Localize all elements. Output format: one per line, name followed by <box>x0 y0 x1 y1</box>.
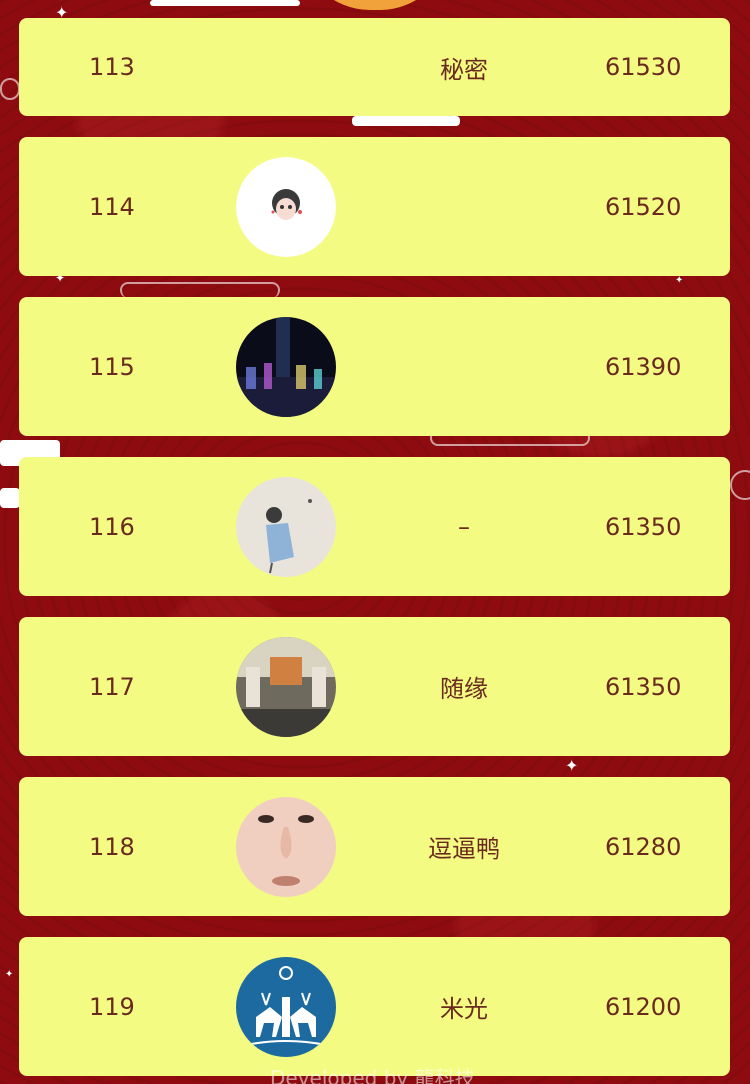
list-item[interactable]: 116 – 61350 <box>19 457 730 596</box>
moon-decoration <box>300 0 450 10</box>
rank-number: 117 <box>89 672 135 701</box>
rank-number: 115 <box>89 352 135 381</box>
rank-number: 119 <box>89 992 135 1021</box>
score-value: 61520 <box>605 192 682 221</box>
score-value: 61280 <box>605 832 682 861</box>
score-value: 61390 <box>605 352 682 381</box>
line-decoration <box>0 78 20 100</box>
list-item[interactable]: 114 61520 <box>19 137 730 276</box>
player-name: 逗逼鸭 <box>428 835 500 863</box>
developer-credit: Developed by 龍科技 <box>270 1066 475 1084</box>
girl-illustration-avatar <box>236 476 336 577</box>
interior-room-avatar <box>236 636 336 737</box>
score-value: 61350 <box>605 512 682 541</box>
player-name: 秘密 <box>440 55 488 84</box>
player-name: – <box>458 512 470 541</box>
banner-decoration <box>150 0 300 6</box>
score-value: 61350 <box>605 672 682 701</box>
night-fountain-avatar <box>236 316 336 417</box>
leaderboard-list: 113 秘密 61530 114 61520 115 61390 116 – 6… <box>19 18 730 1084</box>
sparkle-icon: ✦ <box>5 969 14 980</box>
face-closeup-avatar <box>236 796 336 897</box>
list-item[interactable]: 113 秘密 61530 <box>19 18 730 116</box>
list-item[interactable]: 119 米光 61200 <box>19 937 730 1076</box>
player-name: 随缘 <box>440 675 488 703</box>
score-value: 61530 <box>605 53 682 81</box>
deer-papercut-avatar <box>236 956 336 1057</box>
list-item[interactable]: 118 逗逼鸭 61280 <box>19 777 730 916</box>
list-item[interactable]: 115 61390 <box>19 297 730 436</box>
player-name: 米光 <box>440 995 488 1023</box>
rank-number: 116 <box>89 512 135 541</box>
banner-decoration <box>0 488 20 508</box>
rank-number: 114 <box>89 192 135 221</box>
score-value: 61200 <box>605 992 682 1021</box>
rank-number: 113 <box>89 53 135 81</box>
line-decoration <box>730 470 750 500</box>
cartoon-girl-avatar <box>236 156 336 257</box>
list-item[interactable]: 117 随缘 61350 <box>19 617 730 756</box>
rank-number: 118 <box>89 832 135 861</box>
